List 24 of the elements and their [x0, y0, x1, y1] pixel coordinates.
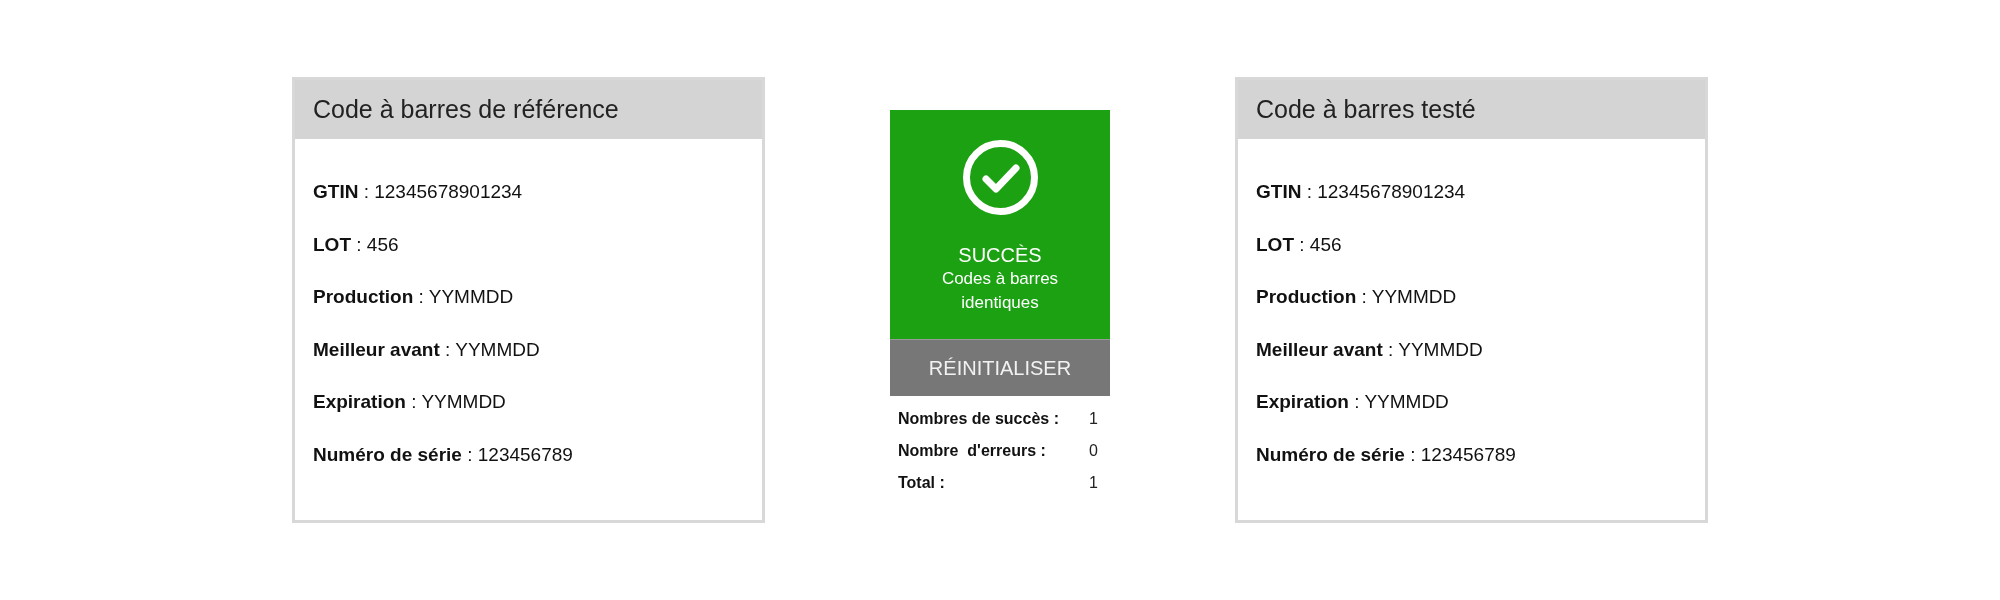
stat-value: 1 — [1089, 409, 1098, 429]
card-title: Code à barres de référence — [313, 93, 619, 125]
field-text: Numéro de série : 123456789 — [1256, 442, 1516, 467]
field-text: Numéro de série : 123456789 — [313, 442, 573, 467]
stat-label: Total : — [898, 473, 945, 493]
field-text: LOT : 456 — [313, 232, 399, 257]
check-circle-icon — [962, 140, 1038, 215]
field-text: Production : YYMMDD — [313, 285, 514, 310]
field-text: GTIN : 12345678901234 — [1256, 180, 1466, 204]
stat-value: 1 — [1089, 473, 1098, 493]
card-title: Code à barres testé — [1256, 93, 1476, 125]
field-text: Expiration : YYMMDD — [313, 390, 506, 415]
stat-label: Nombres de succès : — [898, 409, 1059, 429]
field-text: LOT : 456 — [1256, 232, 1342, 257]
field-text: Meilleur avant : YYMMDD — [1256, 337, 1483, 362]
status-title: SUCCÈS — [958, 243, 1042, 267]
field-text: Expiration : YYMMDD — [1256, 390, 1449, 415]
status-message: Codes à barres identiques — [940, 268, 1060, 314]
field-text: GTIN : 12345678901234 — [313, 180, 523, 204]
field-text: Meilleur avant : YYMMDD — [313, 337, 540, 362]
field-text: Production : YYMMDD — [1256, 285, 1457, 310]
stat-label: Nombre d'erreurs : — [898, 441, 1046, 461]
stat-value: 0 — [1089, 441, 1098, 461]
reset-button[interactable]: RÉINITIALISER — [890, 339, 1110, 396]
